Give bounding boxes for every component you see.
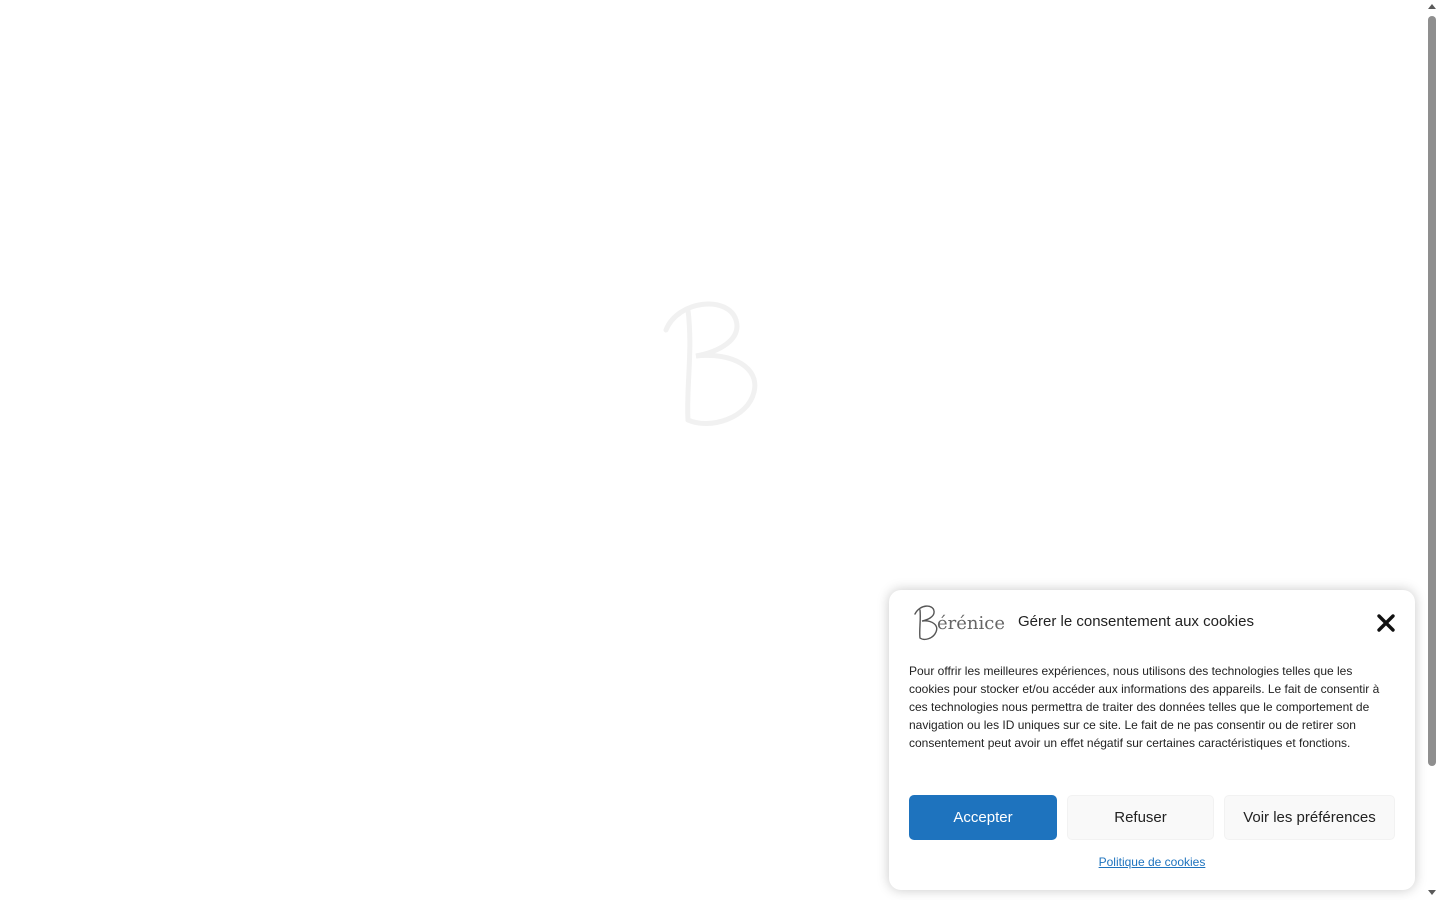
close-icon[interactable] bbox=[1375, 612, 1397, 634]
dialog-title: Gérer le consentement aux cookies bbox=[1018, 613, 1254, 630]
scrollbar-thumb[interactable] bbox=[1428, 16, 1436, 766]
accept-button[interactable]: Accepter bbox=[909, 795, 1057, 840]
cookie-consent-dialog: érénice Gérer le consentement aux cookie… bbox=[889, 590, 1415, 890]
cookie-policy-link[interactable]: Politique de cookies bbox=[889, 855, 1415, 869]
monogram-b-icon bbox=[663, 301, 758, 426]
svg-text:érénice: érénice bbox=[937, 613, 1005, 634]
scroll-up-arrow-icon[interactable] bbox=[1428, 4, 1436, 9]
consent-description: Pour offrir les meilleures expériences, … bbox=[909, 664, 1380, 750]
deny-button[interactable]: Refuser bbox=[1067, 795, 1214, 840]
view-preferences-button[interactable]: Voir les préférences bbox=[1224, 795, 1395, 840]
page-scrollbar[interactable] bbox=[1425, 0, 1440, 900]
scroll-down-arrow-icon[interactable] bbox=[1428, 890, 1436, 895]
berenice-logo: érénice bbox=[914, 605, 1005, 641]
